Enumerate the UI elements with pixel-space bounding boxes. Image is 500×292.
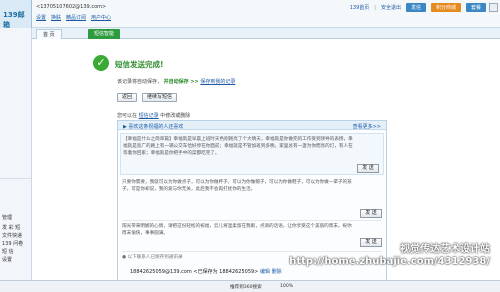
sidebar-item-mms[interactable]: 发 彩 短 bbox=[2, 224, 20, 231]
edit-link[interactable]: 编辑 bbox=[260, 269, 270, 275]
sidebar-divider bbox=[0, 178, 31, 179]
recipient-row: 18842625059@139.com <已保存为 18842625059> 编… bbox=[130, 268, 282, 275]
status-left[interactable]: 推荐到360搜索 bbox=[230, 284, 262, 290]
left-sidebar: 管理 发 彩 短 文件快递 139 问卷 短 信 设置 bbox=[0, 28, 32, 292]
sidebar-item-survey[interactable]: 139 问卷 bbox=[2, 240, 23, 247]
save-info: 该记录将自动保存， 并自动保存 >> 保存到我的记录 bbox=[117, 78, 235, 85]
account-email: <13705107602@139.com> bbox=[36, 4, 107, 10]
points-mall-button[interactable]: 积分商城 bbox=[430, 3, 461, 12]
nav-subscription[interactable]: 精品订阅 bbox=[66, 14, 86, 21]
recipient-saved-tag: <已保存为 18842625059> bbox=[193, 269, 259, 275]
nav-skin[interactable]: 换肤 bbox=[51, 14, 61, 21]
recipient-email: 18842625059@139.com bbox=[130, 269, 192, 275]
records-tip: 您可以在 短信记录 中修改或删除 bbox=[117, 112, 190, 119]
watermark-url: http://home.zhubajie.com/4312938/ bbox=[289, 256, 490, 267]
tab-sms[interactable]: 短信智能 bbox=[88, 29, 121, 39]
tip-suffix: 中修改或删除 bbox=[160, 113, 191, 119]
logo-strip: 139邮箱 bbox=[0, 0, 32, 30]
message-text: 【幸福是什么之简单篇】幸福就是早晨上班时天色刚刚亮了个大晴天，幸福就是你做完的工… bbox=[123, 137, 353, 156]
success-title: 短信发送完成! bbox=[115, 60, 164, 69]
send-button[interactable]: 发 送 bbox=[360, 238, 382, 247]
top-nav: 设置 换肤 精品订阅 用户中心 bbox=[36, 14, 111, 21]
tab-home[interactable]: 首 页 bbox=[36, 29, 62, 39]
sidebar-item-file-express[interactable]: 文件快递 bbox=[2, 232, 22, 239]
send-button[interactable]: 发 送 bbox=[360, 209, 382, 218]
message-text: 只要你需要，我就可以为你做点子，可以为你做杯子，可以为你做帽子，可以为你做鞋子，… bbox=[122, 180, 352, 192]
divider bbox=[122, 251, 382, 252]
send-button[interactable]: 发 送 bbox=[357, 164, 379, 173]
check-icon: ✓ bbox=[93, 55, 109, 71]
status-bar: 推荐到360搜索 100% bbox=[0, 280, 500, 292]
top-bar: 139邮箱 <13705107602@139.com> 设置 换肤 精品订阅 用… bbox=[0, 0, 500, 30]
sidebar-item-settings[interactable]: 设置 bbox=[2, 256, 12, 263]
save-to-records-link[interactable]: 保存到我的记录 bbox=[200, 79, 235, 85]
saved-contacts-note: ● 以下联系人已保存到通讯录 bbox=[122, 254, 183, 260]
sms-records-link[interactable]: 短信记录 bbox=[139, 113, 159, 119]
save-info-green: 并自动保存 >> bbox=[163, 79, 199, 85]
view-more-link[interactable]: 查看更多>> bbox=[353, 123, 381, 130]
nav-settings[interactable]: 设置 bbox=[36, 14, 46, 21]
divider bbox=[122, 220, 382, 221]
saved-contacts-text: 以下联系人已保存到通讯录 bbox=[127, 255, 183, 260]
list-item: 【幸福是什么之简单篇】幸福就是早晨上班时天色刚刚亮了个大晴天，幸福就是你做完的工… bbox=[120, 133, 384, 175]
watermark-title: 视觉传达艺术设计站 bbox=[400, 244, 490, 255]
send-button[interactable]: 发信 bbox=[405, 3, 426, 12]
zoom-level[interactable]: 100% bbox=[280, 284, 293, 289]
sidebar-item-manage[interactable]: 管理 bbox=[2, 214, 12, 221]
top-right-links: 139首页 | 安全退出 发信 积分商城 套餐 bbox=[350, 3, 486, 12]
link-139-home[interactable]: 139首页 bbox=[350, 4, 370, 11]
panel-header: ▶ 喜欢这条祝福的人还喜欢 查看更多>> bbox=[118, 121, 386, 130]
panel-title: ▶ 喜欢这条祝福的人还喜欢 bbox=[123, 124, 184, 130]
tip-prefix: 您可以在 bbox=[117, 113, 138, 119]
app-logo[interactable]: 139邮箱 bbox=[3, 10, 31, 30]
link-logout[interactable]: 安全退出 bbox=[381, 4, 401, 11]
delete-link[interactable]: 删除 bbox=[272, 269, 282, 275]
sidebar-item-sms[interactable]: 短 信 bbox=[2, 248, 14, 255]
window-icon[interactable] bbox=[489, 3, 498, 12]
continue-writing-button[interactable]: 继续写短信 bbox=[142, 93, 178, 102]
package-button[interactable]: 套餐 bbox=[465, 3, 486, 12]
separator: | bbox=[374, 4, 376, 11]
message-text: 阳光带来明媚的心情，请把这份轻松的祝福，云儿将温柔留在我眼，点滴的话语，让你享受… bbox=[122, 224, 352, 236]
tab-row: 首 页 短信智能 bbox=[32, 28, 500, 39]
back-button[interactable]: 返回 bbox=[117, 93, 138, 102]
info-icon: ● bbox=[122, 255, 127, 260]
save-info-text: 该记录将自动保存， bbox=[117, 79, 163, 85]
nav-user-center[interactable]: 用户中心 bbox=[91, 14, 111, 21]
